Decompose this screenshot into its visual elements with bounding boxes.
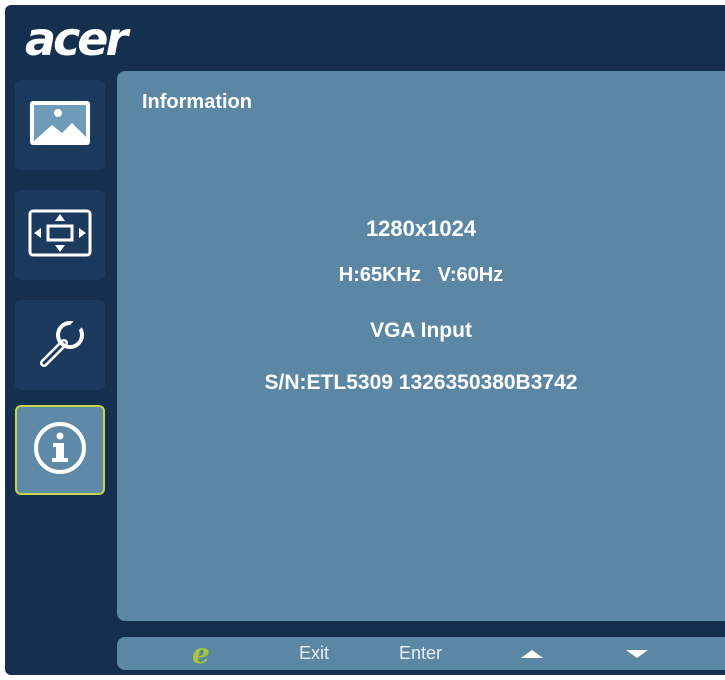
panel-title: Information	[142, 91, 252, 113]
sidebar-item-picture[interactable]	[15, 80, 105, 170]
information-panel: Information 1280x1024 H:65KHz V:60Hz VGA…	[117, 71, 725, 621]
settings-wrench-icon	[30, 313, 90, 378]
frequency-text: H:65KHz V:60Hz	[338, 264, 504, 286]
information-icon	[32, 420, 88, 481]
sidebar-item-osd-position[interactable]	[15, 190, 105, 280]
up-arrow-icon[interactable]	[521, 650, 543, 658]
osd-position-icon	[28, 209, 92, 262]
bottom-key-bar: e Exit Enter	[117, 637, 725, 670]
down-arrow-icon[interactable]	[626, 650, 648, 658]
sidebar	[5, 75, 115, 635]
sidebar-item-information[interactable]	[15, 405, 105, 495]
picture-icon	[28, 99, 92, 152]
acer-logo: acer	[25, 12, 128, 66]
e-key-icon[interactable]: e	[192, 637, 210, 670]
osd-window: acer Information 1280x1024 H:65KHz V:60H…	[5, 5, 725, 675]
enter-key-label[interactable]: Enter	[399, 637, 442, 670]
exit-key-label[interactable]: Exit	[299, 637, 329, 670]
sidebar-item-settings[interactable]	[15, 300, 105, 390]
serial-number-text: S/N:ETL5309 1326350380B3742	[264, 371, 578, 394]
input-source-text: VGA Input	[370, 319, 472, 342]
resolution-text: 1280x1024	[365, 216, 477, 241]
